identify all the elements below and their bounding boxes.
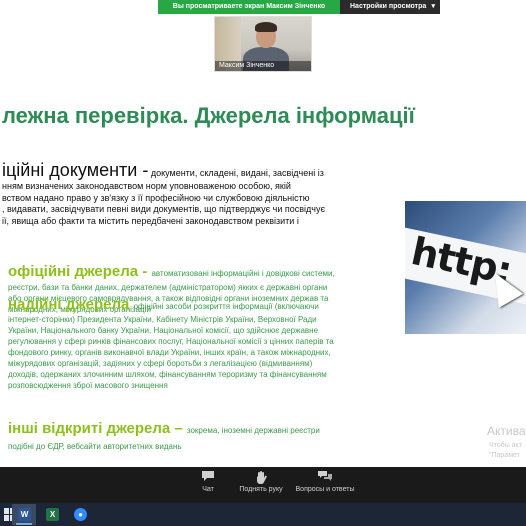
section-inline: офіційні засоби розкриття інформації (вк… xyxy=(133,302,319,311)
docs-line: нням визначених законодавством норм упов… xyxy=(2,181,291,191)
section-line: реєстри, бази та банки даних, держателем… xyxy=(8,283,328,292)
docs-line: , видавати, засвідчувати певні види доку… xyxy=(2,204,326,214)
section-title: надійні джерела xyxy=(8,296,134,313)
section-inline: автоматизовані інформаційні і довідкові … xyxy=(151,269,335,278)
section-title: офіційні джерела - xyxy=(8,263,152,280)
chat-label: Чат xyxy=(202,486,214,493)
person-hair xyxy=(255,22,277,32)
docs-line: ії, явища або факти та містить передбаче… xyxy=(2,215,299,226)
section-line: подібні до ЄДР, вебсайти авторитетних ви… xyxy=(8,442,182,451)
section-line: розповсюдження зброї масового знищення xyxy=(8,381,168,390)
section-line: регулювання у сфері ринків фінансових по… xyxy=(8,337,334,346)
qa-label: Вопросы и ответы xyxy=(295,486,355,493)
docs-line: вством надано право у зв'язку з її профе… xyxy=(2,192,310,203)
activation-watermark: Актива xyxy=(487,424,526,438)
other-open-sources-heading: інші відкриті джерела – зокрема, іноземн… xyxy=(8,420,320,438)
sharing-notice: Вы просматриваете экран Максим Зінченко xyxy=(158,0,340,14)
view-options-button[interactable]: Настройки просмотра ▾ xyxy=(340,0,440,14)
docs-heading-desc: документи, складені, видані, засвідчені … xyxy=(148,168,324,178)
watermark-line: Чтобы акт xyxy=(489,442,522,449)
qa-button[interactable]: Вопросы и ответы xyxy=(285,470,365,493)
meeting-toolbar: Чат Поднять руку Вопросы и ответы xyxy=(0,467,526,503)
slide-title: лежна перевірка. Джерела інформації xyxy=(2,103,415,128)
reliable-sources-heading: надійні джерела офіційні засоби розкритт… xyxy=(8,296,319,314)
docs-heading-text: іційні документи - xyxy=(2,160,149,180)
participant-name: Максим Зінченко xyxy=(215,61,311,71)
windows-taskbar: W X ● xyxy=(0,503,526,526)
word-icon: W xyxy=(18,508,31,521)
participant-video[interactable]: Максим Зінченко xyxy=(214,16,312,72)
taskbar-zoom[interactable]: ● xyxy=(68,504,92,525)
raise-hand-label: Поднять руку xyxy=(239,486,283,493)
other-open-sources-text: подібні до ЄДР, вебсайти авторитетних ви… xyxy=(8,441,182,452)
screen-share-banner: Вы просматриваете экран Максим Зінченко … xyxy=(0,0,526,14)
chevron-down-icon: ▾ xyxy=(431,3,435,10)
section-line: фондового ринку, органів виконавчої влад… xyxy=(8,348,331,357)
official-documents-heading: іційні документи - документи, складені, … xyxy=(2,160,324,181)
taskbar-excel[interactable]: X xyxy=(40,504,64,525)
section-line: міжурядових організацій, задіяних у сфер… xyxy=(8,359,313,368)
zoom-icon: ● xyxy=(74,508,87,521)
section-inline: зокрема, іноземні державні реєстри xyxy=(186,426,320,435)
qa-icon xyxy=(285,470,365,486)
official-sources-heading: офіційні джерела - автоматизовані інформ… xyxy=(8,263,335,281)
official-documents-text: нням визначених законодавством норм упов… xyxy=(2,181,352,227)
activation-watermark-sub: Чтобы акт "Парамет xyxy=(489,441,522,461)
reliable-sources-text: інтернет-сторінки) Президента України, К… xyxy=(8,314,334,391)
taskbar-word[interactable]: W xyxy=(12,504,36,525)
view-options-label: Настройки просмотра xyxy=(350,3,427,10)
section-line: доходів, одержаних злочинним шляхом, фін… xyxy=(8,370,327,379)
section-line: інтернет-сторінки) Президента України, К… xyxy=(8,315,317,324)
section-title: інші відкриті джерела – xyxy=(8,420,187,437)
section-line: України, Національного банку України, На… xyxy=(8,326,319,335)
http-illustration: http: xyxy=(405,201,526,334)
active-indicator xyxy=(16,523,32,525)
excel-icon: X xyxy=(46,508,59,521)
watermark-line: "Парамет xyxy=(489,452,520,459)
